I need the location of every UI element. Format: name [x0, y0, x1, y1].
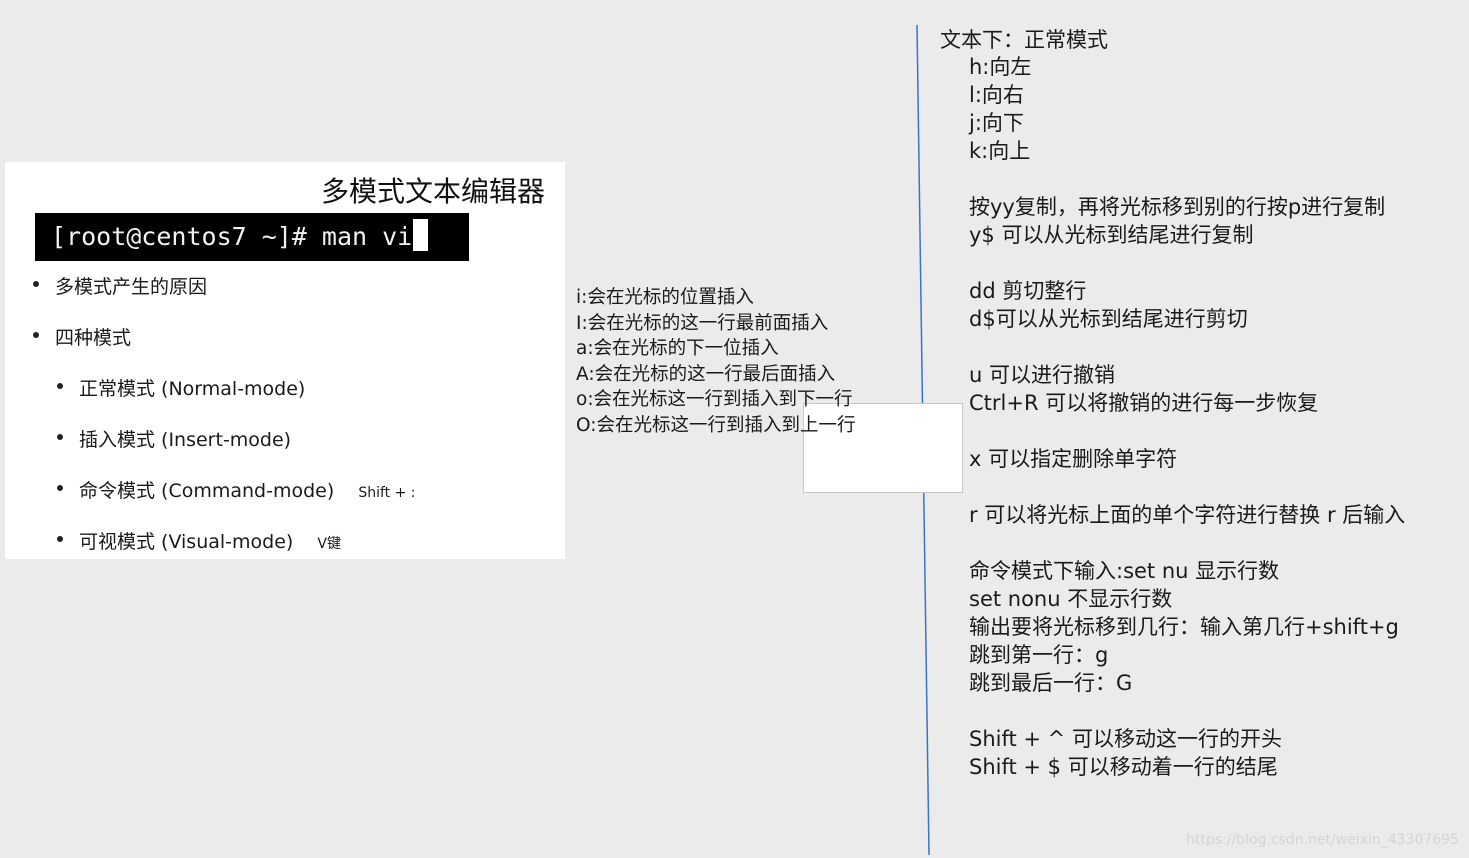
mode-label: 可视模式 (Visual-mode)	[79, 531, 294, 553]
bullet-four-modes: 四种模式	[33, 323, 132, 350]
bullet-dot-icon	[33, 281, 39, 287]
bullet-dot-icon	[57, 434, 63, 440]
mode-normal: 正常模式 (Normal-mode)	[57, 374, 306, 401]
command-line: 命令模式下输入:set nu 显示行数	[969, 559, 1280, 583]
command-line: k:向上	[969, 139, 1031, 163]
terminal-command: [root@centos7 ~]# man vi	[35, 213, 469, 261]
vi-slide: 多模式文本编辑器 [root@centos7 ~]# man vi 多模式产生的…	[5, 162, 565, 559]
command-line: u 可以进行撤销	[969, 363, 1115, 387]
mode-shortcut-note: V键	[317, 536, 341, 552]
command-line: x 可以指定删除单字符	[969, 447, 1178, 471]
mode-command: 命令模式 (Command-mode) Shift + :	[57, 476, 416, 503]
bullet-label: 多模式产生的原因	[55, 276, 208, 298]
mode-shortcut-note: Shift + :	[358, 485, 416, 501]
command-line: l:向右	[969, 83, 1024, 107]
normal-mode-heading: 文本下：正常模式	[940, 28, 1108, 52]
command-line: 输出要将光标移到几行：输入第几行+shift+g	[969, 615, 1399, 639]
terminal-prompt-text: [root@centos7 ~]# man vi	[51, 222, 413, 251]
command-line: set nonu 不显示行数	[969, 587, 1173, 611]
bullet-dot-icon	[57, 485, 63, 491]
command-line: h:向左	[969, 55, 1032, 79]
command-line: j:向下	[969, 111, 1024, 135]
insert-mode-notes: i:会在光标的位置插入 I:会在光标的这一行最前面插入 a:会在光标的下一位插入…	[576, 285, 855, 438]
bullet-dot-icon	[57, 536, 63, 542]
command-line: Shift + ^ 可以移动这一行的开头	[969, 727, 1282, 751]
bullet-label: 四种模式	[55, 327, 132, 349]
insert-note-line: O:会在光标这一行到插入到上一行	[576, 414, 856, 436]
slide-title: 多模式文本编辑器	[320, 175, 545, 208]
normal-mode-commands: h:向左 l:向右 j:向下 k:向上 按yy复制，再将光标移到别的行按p进行复…	[969, 53, 1405, 781]
watermark-url: https://blog.csdn.net/weixin_43307695	[1185, 832, 1459, 848]
mode-visual: 可视模式 (Visual-mode) V键	[57, 527, 341, 554]
mode-label: 插入模式 (Insert-mode)	[79, 429, 292, 451]
bullet-reason: 多模式产生的原因	[33, 272, 208, 299]
bullet-dot-icon	[57, 383, 63, 389]
terminal-cursor	[413, 219, 429, 251]
mode-insert: 插入模式 (Insert-mode)	[57, 425, 292, 452]
mode-label: 命令模式 (Command-mode)	[79, 480, 335, 502]
insert-note-line: o:会在光标这一行到插入到下一行	[576, 389, 853, 410]
command-line: dd 剪切整行	[969, 279, 1087, 303]
insert-note-line: I:会在光标的这一行最前面插入	[576, 312, 829, 334]
command-line: Shift + $ 可以移动着一行的结尾	[969, 755, 1278, 779]
command-line: r 可以将光标上面的单个字符进行替换 r 后输入	[969, 503, 1406, 527]
insert-note-line: a:会在光标的下一位插入	[576, 338, 779, 359]
command-line: Ctrl+R 可以将撤销的进行每一步恢复	[969, 391, 1319, 415]
command-line: 按yy复制，再将光标移到别的行按p进行复制	[969, 195, 1386, 219]
mode-label: 正常模式 (Normal-mode)	[79, 378, 306, 400]
bullet-dot-icon	[33, 332, 39, 338]
command-line: 跳到第一行：g	[969, 643, 1109, 667]
insert-note-line: A:会在光标的这一行最后面插入	[576, 363, 836, 385]
insert-note-line: i:会在光标的位置插入	[576, 287, 754, 308]
command-line: y$ 可以从光标到结尾进行复制	[969, 223, 1254, 247]
command-line: 跳到最后一行：G	[969, 671, 1133, 695]
command-line: d$可以从光标到结尾进行剪切	[969, 307, 1248, 331]
